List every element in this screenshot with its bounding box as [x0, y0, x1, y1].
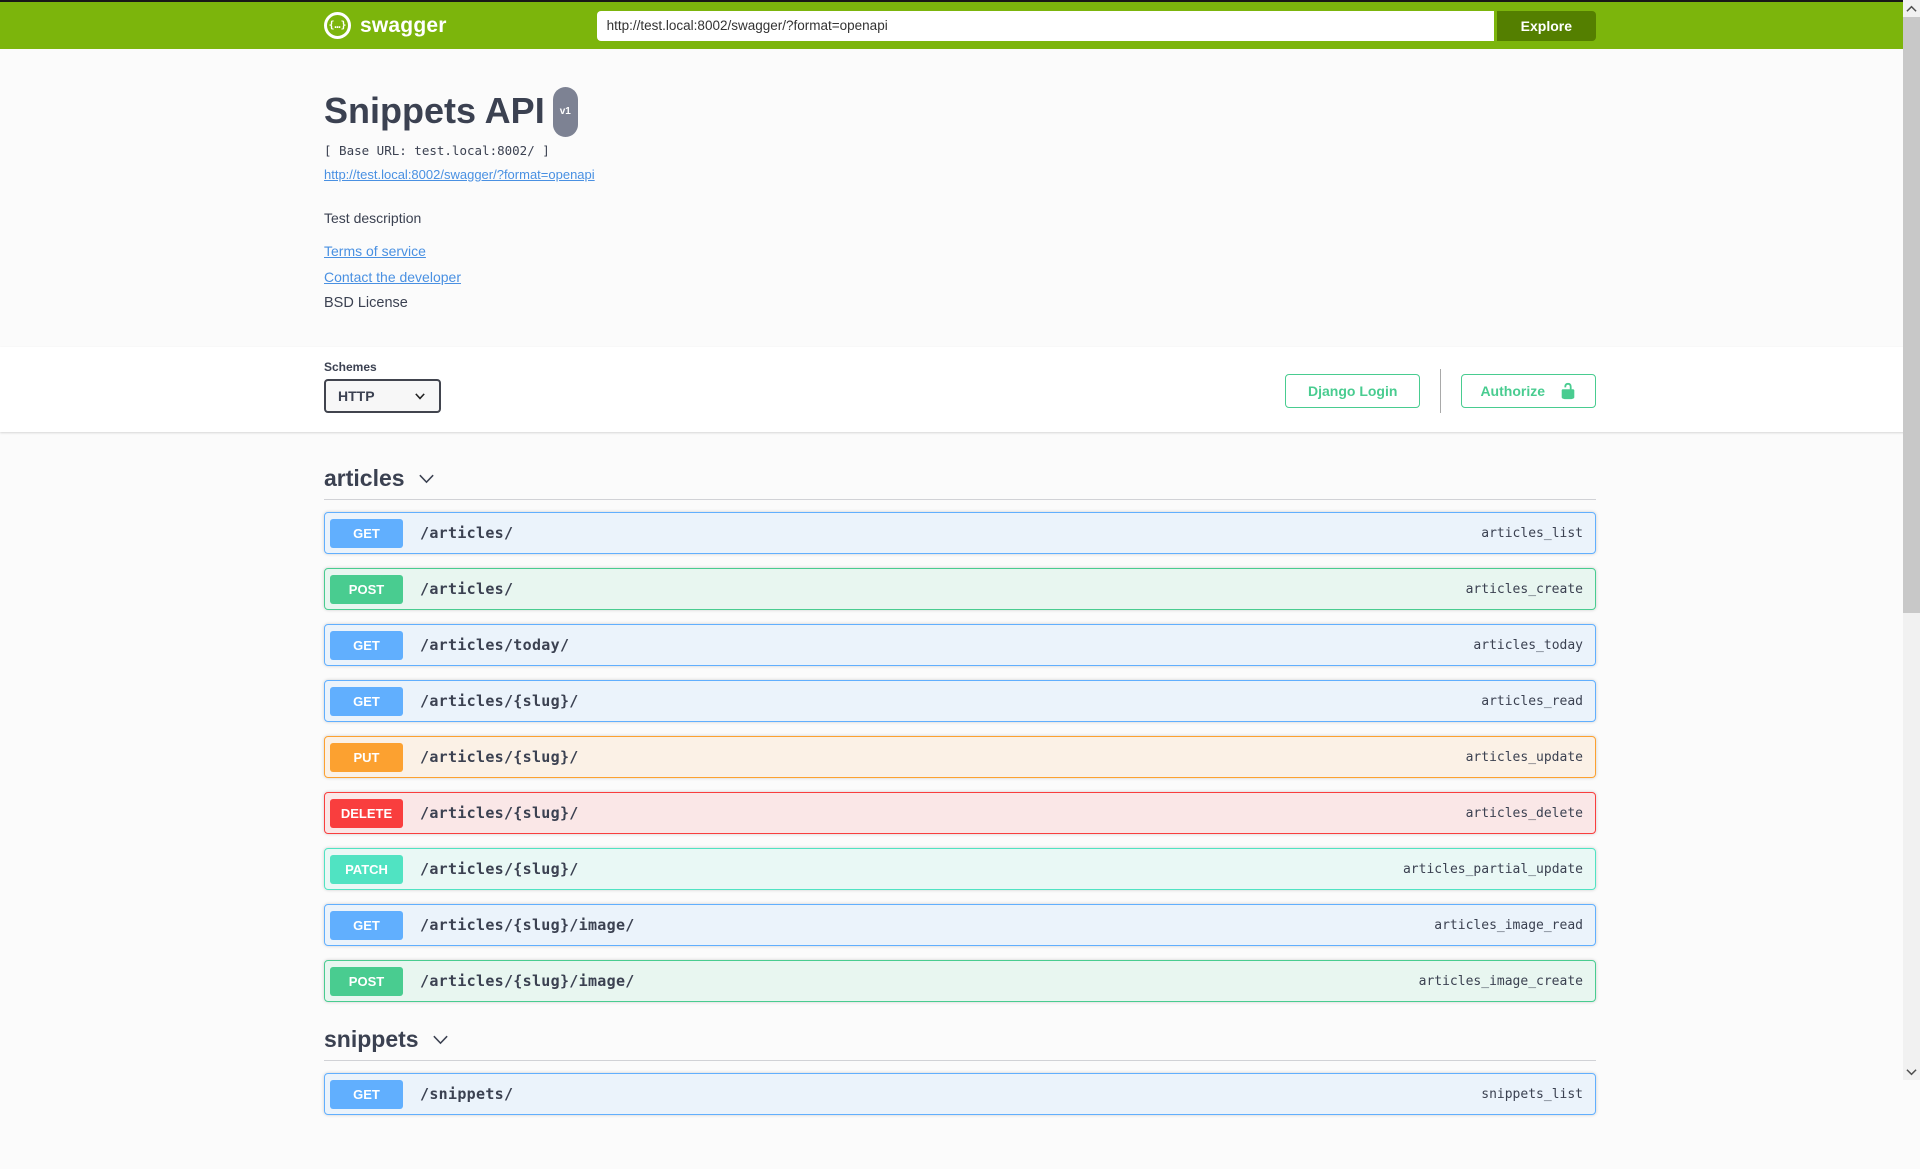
operation-path: /articles/: [420, 524, 514, 542]
method-badge: GET: [330, 630, 403, 660]
swagger-brand: {…} swagger: [324, 12, 447, 39]
auth-block: Django Login Authorize: [1285, 369, 1596, 413]
version-badge: v1: [552, 87, 578, 137]
operation-id: articles_read: [1481, 693, 1583, 709]
opblock-articles_read[interactable]: GET/articles/{slug}/ articles_read: [324, 680, 1596, 722]
method-badge: GET: [330, 518, 403, 548]
explore-button[interactable]: Explore: [1496, 10, 1596, 41]
method-badge: PATCH: [330, 854, 403, 884]
opblock-articles_today[interactable]: GET/articles/today/articles_today: [324, 624, 1596, 666]
operation-id: snippets_list: [1481, 1086, 1583, 1102]
operations-group: GET/articles/articles_list POST/articles/…: [324, 512, 1596, 1002]
swagger-logo-icon: {…}: [324, 12, 351, 39]
unlocked-padlock-icon: [1559, 382, 1577, 400]
operation-path: /articles/{slug}/image/: [420, 916, 635, 934]
operation-path: /articles/{slug}/: [420, 860, 579, 878]
method-badge: GET: [330, 686, 403, 716]
operation-path: /snippets/: [420, 1085, 514, 1103]
brand-title: swagger: [360, 13, 447, 37]
method-badge: POST: [330, 966, 403, 996]
operation-path: /articles/{slug}/image/: [420, 972, 635, 990]
contact-developer-link[interactable]: Contact the developer: [324, 269, 461, 285]
api-title-text: Snippets API: [324, 90, 545, 131]
method-badge: POST: [330, 574, 403, 604]
tag-header-articles[interactable]: articles: [324, 465, 1596, 500]
scheme-container: Schemes HTTP Django Login Authorize: [0, 347, 1920, 432]
opblock-articles_create[interactable]: POST/articles/articles_create: [324, 568, 1596, 610]
operation-id: articles_partial_update: [1402, 861, 1583, 877]
operation-path: /articles/{slug}/: [420, 748, 579, 766]
spec-url-input[interactable]: [596, 10, 1494, 41]
chevron-down-icon: [413, 389, 427, 403]
opblock-articles_image_create[interactable]: POST/articles/{slug}/image/articles_imag…: [324, 960, 1596, 1002]
spec-link[interactable]: http://test.local:8002/swagger/?format=o…: [324, 167, 595, 182]
tag-title: snippets: [324, 1026, 419, 1052]
method-badge: DELETE: [330, 798, 403, 828]
opblock-articles_list[interactable]: GET/articles/articles_list: [324, 512, 1596, 554]
method-badge: GET: [330, 910, 403, 940]
base-url: [ Base URL: test.local:8002/ ]: [324, 143, 550, 158]
method-badge: GET: [330, 1079, 403, 1109]
method-badge: PUT: [330, 742, 403, 772]
operation-id: articles_list: [1481, 525, 1583, 541]
operation-id: articles_image_read: [1434, 917, 1583, 933]
operation-id: articles_image_create: [1418, 973, 1583, 989]
opblock-articles_partial_update[interactable]: PATCH/articles/{slug}/ articles_partial_u…: [324, 848, 1596, 890]
operation-id: articles_create: [1465, 581, 1583, 597]
api-description: Test description: [324, 210, 422, 226]
django-login-button[interactable]: Django Login: [1285, 374, 1421, 408]
opblock-articles_update[interactable]: PUT/articles/{slug}/ articles_update: [324, 736, 1596, 778]
scrollbar-thumb[interactable]: [1903, 17, 1920, 613]
operation-id: articles_delete: [1465, 805, 1583, 821]
scrollbar-up-arrow-icon[interactable]: [1903, 0, 1920, 17]
tag-section-articles: articles GET/articles/articles_list POST/a…: [324, 465, 1596, 1002]
license-text: BSD License: [324, 295, 408, 311]
operation-id: articles_update: [1465, 749, 1583, 765]
schemes-select[interactable]: HTTP: [324, 379, 441, 413]
tag-section-snippets: snippets GET/snippets/snippets_list: [324, 1026, 1596, 1115]
schemes-block: Schemes HTTP: [324, 360, 441, 413]
main-content: Snippets API v1 [ Base URL: test.local:80…: [0, 49, 1920, 1169]
topbar: {…} swagger Explore: [0, 2, 1920, 49]
tag-title: articles: [324, 465, 405, 491]
explore-form: Explore: [596, 10, 1596, 41]
authorize-button[interactable]: Authorize: [1461, 374, 1596, 408]
scrollbar-down-arrow-icon[interactable]: [1903, 1063, 1920, 1080]
opblock-articles_delete[interactable]: DELETE/articles/{slug}/ articles_delete: [324, 792, 1596, 834]
vertical-scrollbar[interactable]: [1903, 0, 1920, 1080]
chevron-down-icon: [417, 469, 436, 488]
chevron-down-icon: [431, 1030, 450, 1049]
schemes-selected-value: HTTP: [338, 388, 375, 404]
operation-path: /articles/today/: [420, 636, 570, 654]
authorize-label: Authorize: [1480, 383, 1545, 399]
operations-group: GET/snippets/snippets_list: [324, 1073, 1596, 1115]
operation-id: articles_today: [1473, 637, 1583, 653]
opblock-articles_image_read[interactable]: GET/articles/{slug}/image/articles_image…: [324, 904, 1596, 946]
terms-of-service-link[interactable]: Terms of service: [324, 243, 426, 259]
operations-list: articles GET/articles/articles_list POST/a…: [324, 465, 1596, 1169]
operation-path: /articles/: [420, 580, 514, 598]
operation-path: /articles/{slug}/: [420, 692, 579, 710]
schemes-label: Schemes: [324, 360, 377, 374]
auth-divider: [1440, 369, 1442, 413]
opblock-snippets_list[interactable]: GET/snippets/snippets_list: [324, 1073, 1596, 1115]
operation-path: /articles/{slug}/: [420, 804, 579, 822]
api-info: Snippets API v1 [ Base URL: test.local:80…: [324, 49, 1596, 311]
page-title: Snippets API v1: [324, 87, 1596, 139]
tag-header-snippets[interactable]: snippets: [324, 1026, 1596, 1061]
